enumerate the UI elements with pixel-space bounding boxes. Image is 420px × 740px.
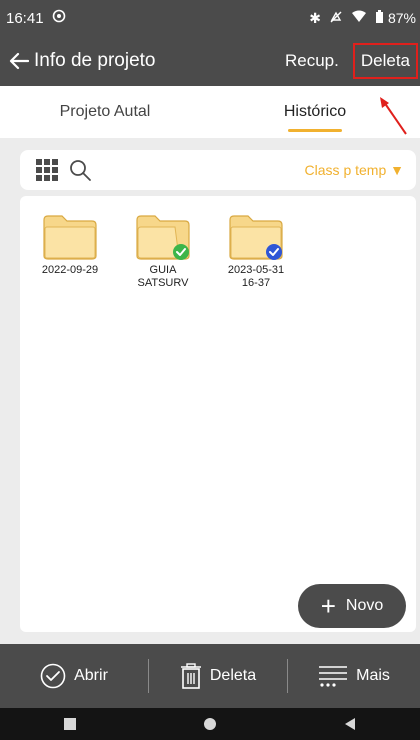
tab-bar: Projeto Autal Histórico bbox=[0, 86, 420, 138]
app-bar: Info de projeto Recup. Deleta bbox=[0, 36, 420, 86]
folder-icon bbox=[229, 215, 283, 260]
search-icon[interactable] bbox=[68, 158, 92, 182]
open-button[interactable]: Abrir bbox=[0, 663, 148, 689]
menu-more-icon bbox=[319, 666, 348, 687]
folder-label: 2023-05-31 16-37 bbox=[227, 264, 285, 289]
bottom-action-bar: Abrir Deleta Mais bbox=[0, 644, 420, 708]
recover-button[interactable]: Recup. bbox=[285, 51, 339, 71]
plus-icon: + bbox=[320, 591, 336, 621]
folder-icon bbox=[43, 215, 97, 260]
status-bar: 16:41 ✱ 87% bbox=[0, 0, 420, 36]
delete-label: Deleta bbox=[209, 667, 257, 684]
view-toolbar: Class p temp ▼ bbox=[20, 150, 416, 190]
tab-projeto-autal[interactable]: Projeto Autal bbox=[0, 86, 210, 138]
folder-item[interactable]: 2022-09-29 bbox=[30, 214, 110, 277]
battery-level: 87% bbox=[387, 10, 416, 26]
more-button[interactable]: Mais bbox=[288, 664, 420, 688]
battery-icon bbox=[375, 9, 384, 27]
page-title: Info de projeto bbox=[34, 50, 156, 71]
new-label: Novo bbox=[345, 597, 384, 614]
new-project-button[interactable]: + Novo bbox=[298, 584, 406, 628]
recent-apps-icon[interactable] bbox=[63, 717, 77, 731]
back-icon[interactable] bbox=[343, 717, 357, 731]
file-panel: 2022-09-29 GUIA SATSURV 2023-05-31 16-37 bbox=[20, 196, 416, 632]
grid-view-icon[interactable] bbox=[36, 159, 58, 181]
trash-icon bbox=[180, 663, 201, 689]
open-label: Abrir bbox=[74, 667, 108, 684]
bluetooth-icon: ✱ bbox=[309, 9, 321, 26]
mute-icon bbox=[329, 10, 343, 27]
folder-label: GUIA SATSURV bbox=[137, 264, 189, 289]
folder-item[interactable]: 2023-05-31 16-37 bbox=[216, 214, 296, 290]
more-label: Mais bbox=[356, 667, 390, 684]
blue-check-icon bbox=[266, 244, 282, 260]
sync-icon bbox=[52, 9, 66, 27]
wifi-icon bbox=[351, 10, 367, 26]
folder-icon bbox=[136, 215, 190, 260]
folder-label: 2022-09-29 bbox=[41, 264, 99, 276]
back-arrow-icon[interactable] bbox=[4, 36, 34, 86]
status-time: 16:41 bbox=[6, 9, 44, 27]
annotation-arrow bbox=[380, 97, 407, 135]
system-nav-bar bbox=[0, 708, 420, 740]
green-check-icon bbox=[173, 244, 189, 260]
home-icon[interactable] bbox=[203, 717, 217, 731]
sort-dropdown[interactable]: Class p temp ▼ bbox=[305, 162, 404, 178]
check-circle-icon bbox=[40, 663, 66, 689]
folder-item[interactable]: GUIA SATSURV bbox=[123, 214, 203, 290]
delete-top-button[interactable]: Deleta bbox=[352, 43, 418, 79]
delete-button[interactable]: Deleta bbox=[149, 663, 287, 689]
